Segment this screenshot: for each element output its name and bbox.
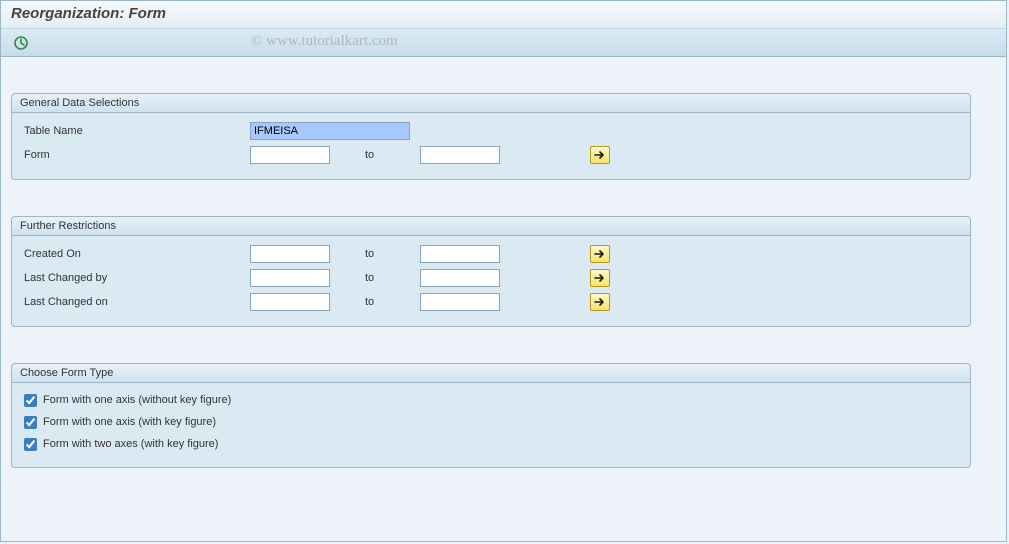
input-created-on-from[interactable]: [250, 245, 330, 263]
clock-icon: [13, 35, 29, 51]
multiple-selection-button[interactable]: [590, 146, 610, 164]
execute-button[interactable]: [11, 33, 31, 53]
multiple-selection-button[interactable]: [590, 293, 610, 311]
group-general-data: General Data Selections Table Name Form …: [11, 93, 971, 180]
group-further-restrictions: Further Restrictions Created On to Last …: [11, 216, 971, 327]
label-to: to: [330, 149, 420, 161]
arrow-right-icon: [594, 297, 606, 307]
input-last-changed-by-to[interactable]: [420, 269, 500, 287]
group-header-general: General Data Selections: [12, 94, 970, 113]
toolbar: © www.tutorialkart.com: [1, 29, 1006, 57]
multiple-selection-button[interactable]: [590, 245, 610, 263]
window: Reorganization: Form © www.tutorialkart.…: [0, 0, 1007, 542]
watermark-text: © www.tutorialkart.com: [251, 33, 398, 50]
input-last-changed-on-to[interactable]: [420, 293, 500, 311]
label-table-name: Table Name: [20, 125, 250, 137]
label-last-changed-by: Last Changed by: [20, 272, 250, 284]
arrow-right-icon: [594, 249, 606, 259]
label-to: to: [330, 272, 420, 284]
arrow-right-icon: [594, 150, 606, 160]
group-header-form-type: Choose Form Type: [12, 364, 970, 383]
group-header-further: Further Restrictions: [12, 217, 970, 236]
group-form-type: Choose Form Type Form with one axis (wit…: [11, 363, 971, 468]
input-last-changed-on-from[interactable]: [250, 293, 330, 311]
checkbox-one-axis-no-key[interactable]: [24, 394, 37, 407]
arrow-right-icon: [594, 273, 606, 283]
input-last-changed-by-from[interactable]: [250, 269, 330, 287]
multiple-selection-button[interactable]: [590, 269, 610, 287]
label-to: to: [330, 248, 420, 260]
label-one-axis-key: Form with one axis (with key figure): [43, 416, 216, 428]
input-form-from[interactable]: [250, 146, 330, 164]
page-title: Reorganization: Form: [1, 1, 1006, 29]
label-two-axes-key: Form with two axes (with key figure): [43, 438, 218, 450]
input-form-to[interactable]: [420, 146, 500, 164]
label-form: Form: [20, 149, 250, 161]
label-last-changed-on: Last Changed on: [20, 296, 250, 308]
checkbox-two-axes-key[interactable]: [24, 438, 37, 451]
checkbox-one-axis-key[interactable]: [24, 416, 37, 429]
input-created-on-to[interactable]: [420, 245, 500, 263]
input-table-name[interactable]: [250, 122, 410, 140]
label-to: to: [330, 296, 420, 308]
content-area: General Data Selections Table Name Form …: [1, 57, 1006, 514]
label-one-axis-no-key: Form with one axis (without key figure): [43, 394, 231, 406]
label-created-on: Created On: [20, 248, 250, 260]
